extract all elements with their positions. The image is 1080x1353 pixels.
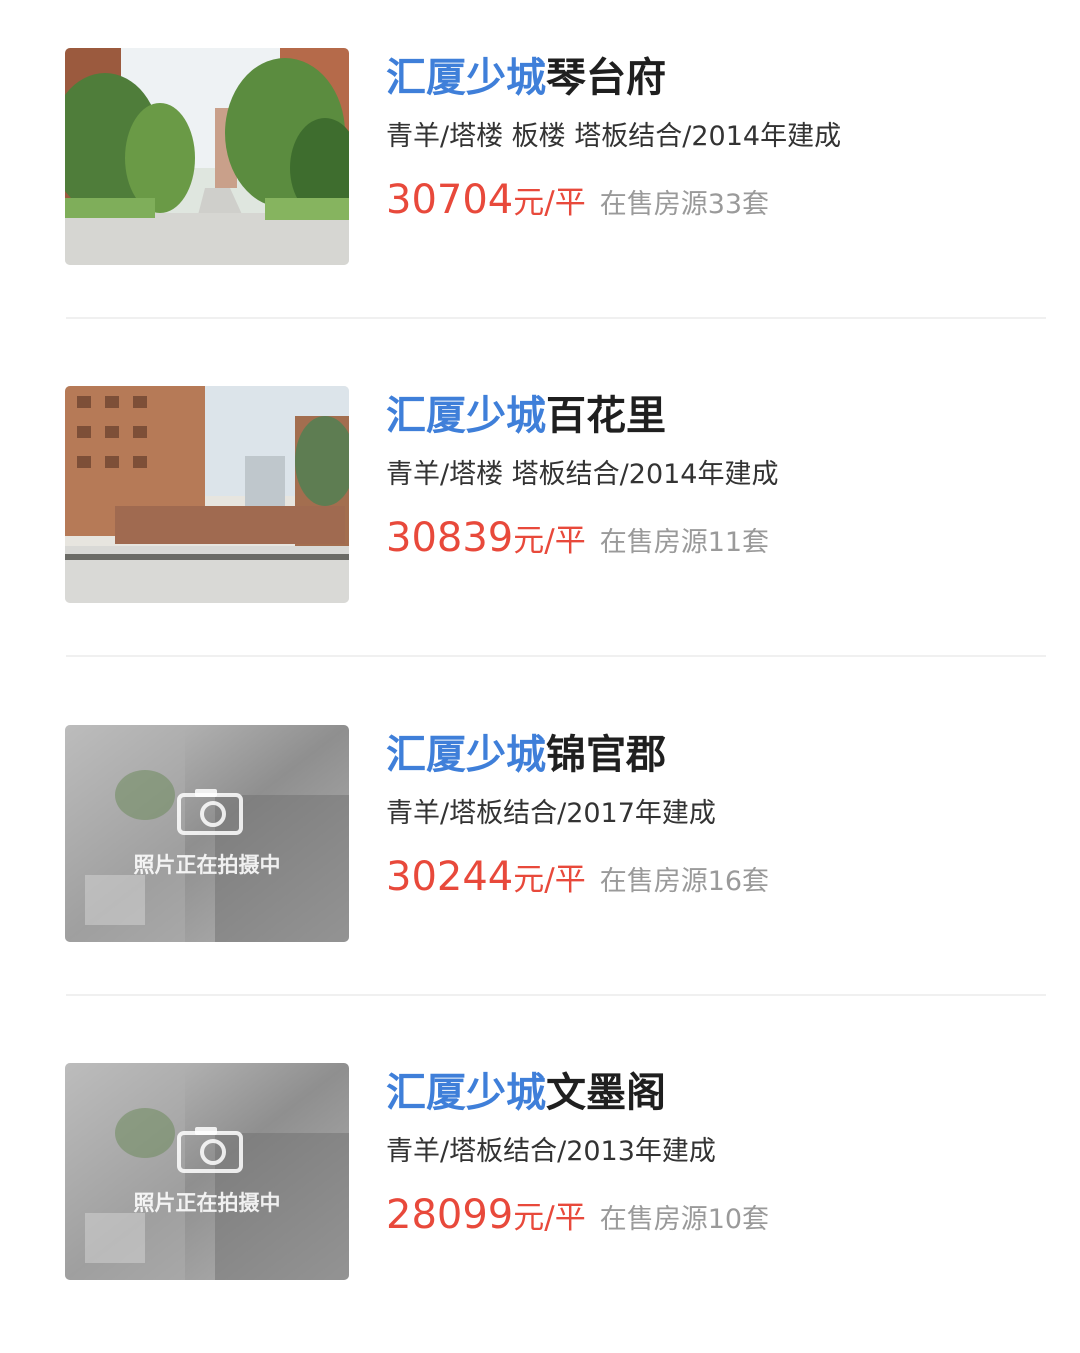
divider (66, 994, 1046, 996)
price-unit: 元/平 (513, 523, 586, 559)
price-unit: 元/平 (513, 1200, 586, 1236)
divider (66, 655, 1046, 657)
listing-tags: 青羊/塔板结合/2013年建成 (386, 1136, 716, 1167)
divider (66, 317, 1046, 319)
listing-name[interactable]: 汇厦少城琴台府 (386, 52, 666, 104)
listing-tags: 青羊/塔楼 板楼 塔板结合/2014年建成 (386, 121, 842, 152)
listing-name[interactable]: 汇厦少城百花里 (386, 390, 666, 442)
price-unit: 元/平 (513, 185, 586, 221)
price-row: 28099元/平 在售房源10套 (386, 1189, 769, 1241)
listing-stock: 在售房源16套 (599, 866, 770, 897)
listing-card[interactable]: 照片正在拍摄中 汇厦少城文墨阁 青羊/塔板结合/2013年建成 28099元/平… (0, 1015, 1080, 1353)
listing-tags: 青羊/塔楼 塔板结合/2014年建成 (386, 459, 779, 490)
price-row: 30704元/平 在售房源33套 (386, 174, 769, 226)
listing-stock: 在售房源10套 (599, 1204, 770, 1235)
photo-placeholder[interactable]: 照片正在拍摄中 (65, 725, 349, 942)
listing-stock: 在售房源11套 (599, 527, 770, 558)
camera-icon (177, 789, 243, 835)
listing-stock: 在售房源33套 (599, 189, 770, 220)
price-row: 30839元/平 在售房源11套 (386, 512, 769, 564)
photo-placeholder[interactable]: 照片正在拍摄中 (65, 1063, 349, 1280)
listing-photo[interactable] (65, 48, 349, 265)
listing-price: 28099 (386, 1192, 514, 1238)
placeholder-label: 照片正在拍摄中 (133, 853, 281, 877)
listing-photo[interactable] (65, 386, 349, 603)
listing-price: 30704 (386, 177, 514, 223)
placeholder-label: 照片正在拍摄中 (133, 1191, 281, 1215)
listing-card[interactable]: 汇厦少城琴台府 青羊/塔楼 板楼 塔板结合/2014年建成 30704元/平 在售… (0, 0, 1080, 338)
listing-tags: 青羊/塔板结合/2017年建成 (386, 798, 716, 829)
listing-name[interactable]: 汇厦少城文墨阁 (386, 1067, 666, 1119)
listing-card[interactable]: 汇厦少城百花里 青羊/塔楼 塔板结合/2014年建成 30839元/平 在售房源1… (0, 338, 1080, 676)
listing-name[interactable]: 汇厦少城锦官郡 (386, 729, 666, 781)
camera-icon (177, 1127, 243, 1173)
listing-price: 30244 (386, 854, 514, 900)
price-row: 30244元/平 在售房源16套 (386, 851, 769, 903)
listing-price: 30839 (386, 515, 514, 561)
price-unit: 元/平 (513, 862, 586, 898)
listing-card[interactable]: 照片正在拍摄中 汇厦少城锦官郡 青羊/塔板结合/2017年建成 30244元/平… (0, 677, 1080, 1015)
